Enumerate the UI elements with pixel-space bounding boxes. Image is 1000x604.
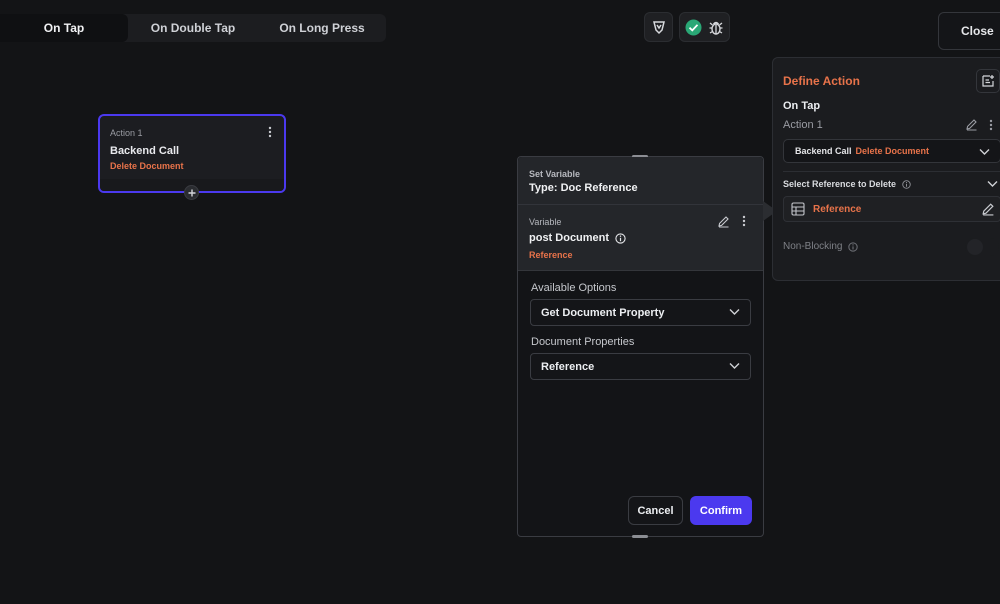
available-options-dropdown[interactable]: Get Document Property [530,299,751,326]
confirm-button[interactable]: Confirm [690,496,752,525]
action-type-dropdown[interactable]: Backend Call Delete Document [783,139,1000,163]
set-variable-popup: Set Variable Type: Doc Reference Variabl… [517,155,764,538]
edit-icon[interactable] [717,215,730,228]
non-blocking-toggle[interactable] [965,238,999,256]
info-icon[interactable] [848,241,859,252]
chevron-down-icon [979,149,990,155]
tab-on-tap[interactable]: On Tap [0,14,128,42]
chevron-down-icon[interactable] [987,180,998,188]
add-action-button[interactable] [184,185,199,200]
variable-type: Reference [529,250,573,260]
tab-on-double-tap[interactable]: On Double Tap [128,14,258,42]
edit-icon[interactable] [981,202,995,216]
trigger-label: On Tap [783,100,821,112]
check-circle-icon[interactable] [685,19,702,36]
note-add-icon [982,75,994,87]
action-type: Backend Call [795,146,852,156]
debug-bug-icon[interactable] [708,19,724,36]
document-properties-dropdown[interactable]: Reference [530,353,751,380]
document-properties-value: Reference [541,360,595,373]
non-blocking-label: Non-Blocking [783,241,843,252]
trigger-tabs: On Tap On Double Tap On Long Press [0,14,386,42]
action-node-subtitle: Delete Document [110,161,184,171]
define-action-panel: Define Action On Tap Action 1 Backend Ca… [772,57,1000,281]
more-vertical-icon[interactable] [268,126,272,138]
resize-handle-bottom[interactable] [632,535,648,538]
variable-section: Variable post Document Reference [518,205,763,271]
more-vertical-icon[interactable] [989,119,993,131]
validate-debug-group [679,12,730,42]
edit-icon[interactable] [965,118,978,131]
document-properties-label: Document Properties [531,336,635,348]
more-vertical-icon[interactable] [742,215,746,227]
set-variable-label: Set Variable [529,169,581,179]
action-subtype: Delete Document [855,146,930,156]
chevron-down-icon [729,363,740,369]
action-node-title: Backend Call [110,145,180,157]
cancel-button[interactable]: Cancel [628,496,683,525]
action-name: Action 1 [783,119,823,131]
chevron-down-icon [729,309,740,315]
action-node-label: Action 1 [110,128,143,138]
add-note-button[interactable] [976,69,1000,93]
info-icon[interactable] [902,179,911,189]
agent-icon [652,21,665,35]
toggle-knob [967,239,983,255]
reference-value: Reference [813,204,862,215]
type-label: Type: Doc Reference [529,182,638,194]
tab-on-long-press[interactable]: On Long Press [258,14,386,42]
close-button[interactable]: Close [938,12,1000,50]
table-icon [791,202,805,216]
panel-title: Define Action [783,74,860,88]
popup-header: Set Variable Type: Doc Reference [518,157,763,205]
available-options-value: Get Document Property [541,306,665,319]
variable-label: Variable [529,217,562,227]
agent-button[interactable] [644,12,673,42]
plus-icon [188,189,195,196]
panel-divider [783,171,1000,172]
variable-name: post Document [529,232,610,244]
info-icon[interactable] [615,232,626,244]
available-options-label: Available Options [531,282,617,294]
select-reference-label: Select Reference to Delete [783,179,897,189]
reference-field[interactable]: Reference [783,196,1000,222]
action-node[interactable]: Action 1 Backend Call Delete Document [98,114,286,193]
